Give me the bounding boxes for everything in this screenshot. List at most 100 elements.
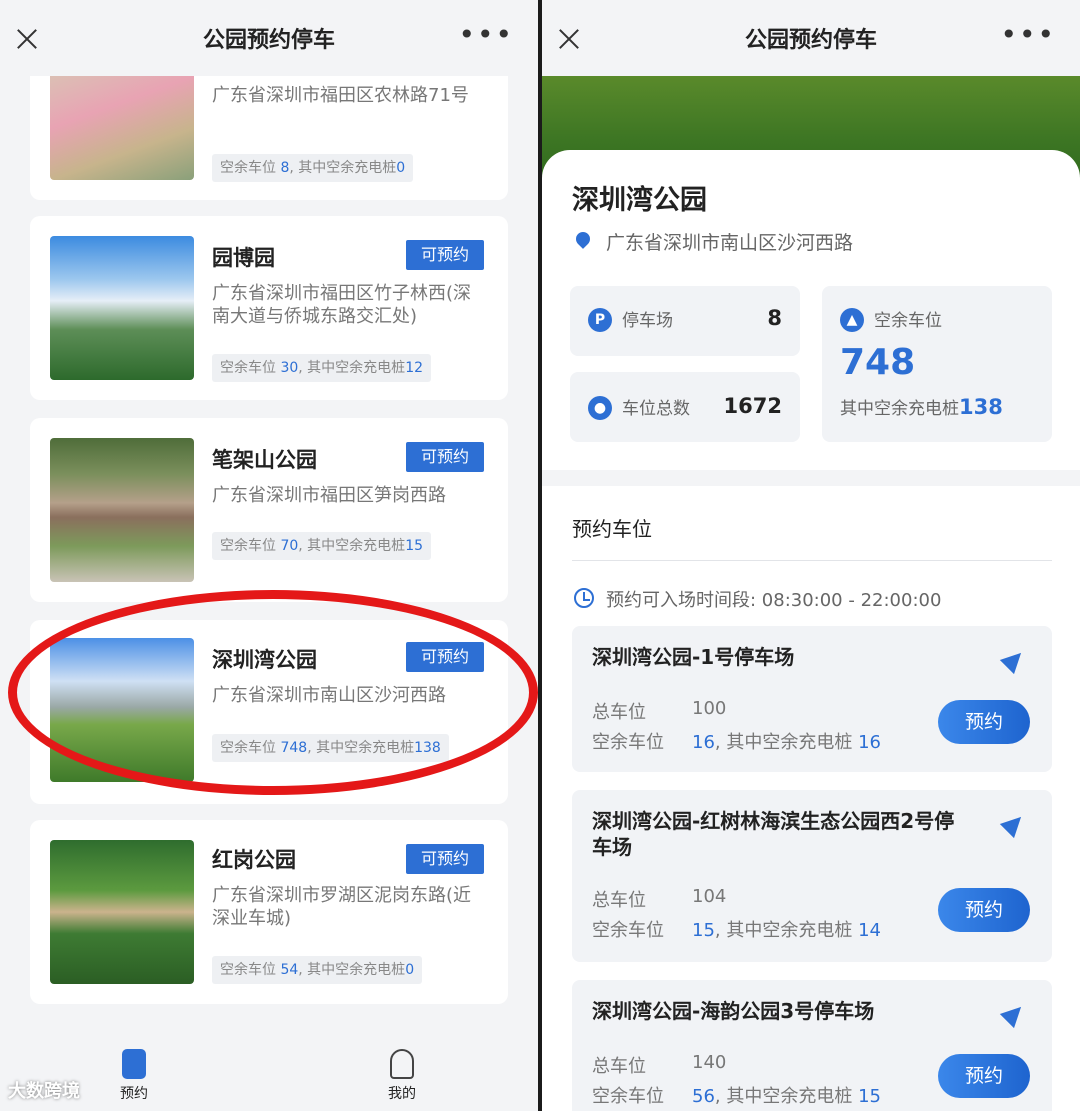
book-button[interactable]: 预约 bbox=[938, 700, 1030, 744]
highlight-annotation bbox=[8, 590, 538, 795]
more-icon[interactable]: ••• bbox=[1000, 21, 1056, 49]
bookable-badge: 可预约 bbox=[406, 844, 484, 874]
park-photo bbox=[50, 60, 194, 180]
section-separator bbox=[542, 470, 1080, 486]
charge-label: 其中空余充电桩 bbox=[840, 399, 959, 419]
parking-lot-card: 深圳湾公园-海韵公园3号停车场 总车位 140 空余车位 56, 其中空余充电桩 1… bbox=[572, 980, 1052, 1111]
navigate-icon[interactable] bbox=[999, 809, 1029, 839]
row-label: 空余车位 bbox=[592, 920, 664, 941]
bookable-badge: 可预约 bbox=[406, 240, 484, 270]
row-value: 15, 其中空余充电桩 14 bbox=[692, 916, 881, 942]
park-name: 笔架山公园 bbox=[212, 448, 317, 472]
tab-book[interactable]: 预约 bbox=[120, 1049, 148, 1103]
spaces-count: 70 bbox=[280, 538, 299, 554]
spaces-label: 空余车位 bbox=[220, 538, 276, 554]
row-label: 空余车位 bbox=[592, 1086, 664, 1107]
book-button[interactable]: 预约 bbox=[938, 1054, 1030, 1098]
charge-count: 12 bbox=[405, 360, 424, 376]
bottom-tab-bar: 预约 我的 bbox=[0, 1021, 538, 1111]
charge-count: 14 bbox=[858, 920, 881, 941]
free-row: 空余车位 15, 其中空余充电桩 14 bbox=[592, 916, 881, 942]
free-spaces-badge: 空余车位 54, 其中空余充电桩0 bbox=[212, 956, 423, 984]
row-label: 总车位 bbox=[592, 890, 646, 911]
park-card[interactable]: 红岗公园 可预约 广东省深圳市罗湖区泥岗东路(近深业车城) 空余车位 54, 其… bbox=[30, 820, 508, 1004]
charge-label: , 其中空余充电桩 bbox=[714, 920, 859, 941]
user-icon bbox=[390, 1049, 414, 1079]
divider bbox=[572, 560, 1052, 561]
park-address: 广东省深圳市福田区笋岗西路 bbox=[212, 485, 446, 506]
stat-value: 1672 bbox=[723, 394, 782, 418]
top-bar: 公园预约停车 ••• bbox=[0, 0, 538, 76]
parking-lot-card: 深圳湾公园-1号停车场 总车位 100 空余车位 16, 其中空余充电桩 16 预约 bbox=[572, 626, 1052, 772]
row-label: 空余车位 bbox=[592, 732, 664, 753]
park-list-screen: 公园预约停车 ••• 广东省深圳市福田区农林路71号 空余车位 8, 其中空余充… bbox=[0, 0, 538, 1111]
free-spaces-count: 748 bbox=[840, 342, 916, 383]
navigate-icon[interactable] bbox=[999, 999, 1029, 1029]
row-label: 总车位 bbox=[592, 1056, 646, 1077]
navigate-icon[interactable] bbox=[999, 645, 1029, 675]
stat-label: 停车场 bbox=[622, 311, 673, 331]
park-card[interactable]: 笔架山公园 可预约 广东省深圳市福田区笋岗西路 空余车位 70, 其中空余充电桩… bbox=[30, 418, 508, 602]
lot-name: 深圳湾公园-海韵公园3号停车场 bbox=[592, 999, 875, 1023]
lot-name: 深圳湾公园-1号停车场 bbox=[592, 645, 795, 669]
charge-label: , 其中空余充电桩 bbox=[714, 732, 859, 753]
free-count: 16 bbox=[692, 732, 715, 753]
park-address: 广东省深圳市罗湖区泥岗东路(近深业车城) bbox=[212, 885, 472, 929]
charge-label: , 其中空余充电桩 bbox=[714, 1086, 859, 1107]
charge-line: 其中空余充电桩138 bbox=[840, 394, 1003, 419]
seat-icon: ▲ bbox=[840, 308, 864, 332]
row-label: 总车位 bbox=[592, 702, 646, 723]
spaces-label: 空余车位 bbox=[220, 962, 276, 978]
park-photo bbox=[50, 236, 194, 380]
park-name: 红岗公园 bbox=[212, 848, 296, 872]
park-address: 广东省深圳市南山区沙河西路 bbox=[606, 232, 854, 254]
charge-label: , 其中空余充电桩 bbox=[289, 160, 397, 176]
stat-label: 车位总数 bbox=[622, 399, 690, 419]
row-value: 140 bbox=[692, 1052, 727, 1073]
book-button[interactable]: 预约 bbox=[938, 888, 1030, 932]
row-value: 104 bbox=[692, 886, 727, 907]
free-spaces-badge: 空余车位 70, 其中空余充电桩15 bbox=[212, 532, 432, 560]
charge-count: 15 bbox=[405, 538, 424, 554]
park-photo bbox=[50, 438, 194, 582]
bookable-badge: 可预约 bbox=[406, 442, 484, 472]
park-address: 广东省深圳市福田区竹子林西(深南大道与侨城东路交汇处) bbox=[212, 283, 472, 327]
spaces-label: 空余车位 bbox=[220, 360, 276, 376]
free-row: 空余车位 16, 其中空余充电桩 16 bbox=[592, 728, 881, 754]
spaces-count: 54 bbox=[280, 962, 299, 978]
tab-mine[interactable]: 我的 bbox=[388, 1049, 416, 1103]
charge-label: , 其中空余充电桩 bbox=[298, 962, 406, 978]
charge-count: 0 bbox=[405, 962, 415, 978]
row-value: 100 bbox=[692, 698, 727, 719]
tab-book-label: 预约 bbox=[120, 1086, 148, 1102]
free-count: 56 bbox=[692, 1086, 715, 1107]
section-title: 预约车位 bbox=[572, 517, 652, 541]
park-card[interactable]: 广东省深圳市福田区农林路71号 空余车位 8, 其中空余充电桩0 bbox=[30, 60, 508, 200]
spaces-label: 空余车位 bbox=[220, 160, 276, 176]
free-spaces-badge: 空余车位 8, 其中空余充电桩0 bbox=[212, 154, 414, 182]
total-row: 总车位 100 bbox=[592, 698, 726, 724]
stat-free-spaces: ▲ 空余车位 748 其中空余充电桩138 bbox=[822, 286, 1052, 442]
close-icon[interactable] bbox=[556, 26, 582, 52]
total-row: 总车位 104 bbox=[592, 886, 726, 912]
spaces-count: 30 bbox=[280, 360, 299, 376]
park-photo bbox=[50, 840, 194, 984]
watermark: 大数跨境 bbox=[8, 1081, 80, 1102]
stat-value: 8 bbox=[767, 306, 782, 330]
row-value: 16, 其中空余充电桩 16 bbox=[692, 728, 881, 754]
stat-label: 空余车位 bbox=[874, 311, 942, 331]
parking-icon: P bbox=[588, 308, 612, 332]
close-icon[interactable] bbox=[14, 26, 40, 52]
top-bar: 公园预约停车 ••• bbox=[542, 0, 1080, 76]
parking-lot-card: 深圳湾公园-红树林海滨生态公园西2号停车场 总车位 104 空余车位 15, 其中空… bbox=[572, 790, 1052, 962]
clock-icon bbox=[574, 588, 594, 608]
more-icon[interactable]: ••• bbox=[458, 21, 514, 49]
total-row: 总车位 140 bbox=[592, 1052, 726, 1078]
booking-icon bbox=[122, 1049, 146, 1079]
park-name: 深圳湾公园 bbox=[572, 185, 707, 216]
entry-time-window: 预约可入场时间段: 08:30:00 - 22:00:00 bbox=[606, 590, 942, 611]
charge-label: , 其中空余充电桩 bbox=[298, 360, 406, 376]
charge-count: 15 bbox=[858, 1086, 881, 1107]
page-title: 公园预约停车 bbox=[744, 28, 877, 53]
park-card[interactable]: 园博园 可预约 广东省深圳市福田区竹子林西(深南大道与侨城东路交汇处) 空余车位… bbox=[30, 216, 508, 400]
